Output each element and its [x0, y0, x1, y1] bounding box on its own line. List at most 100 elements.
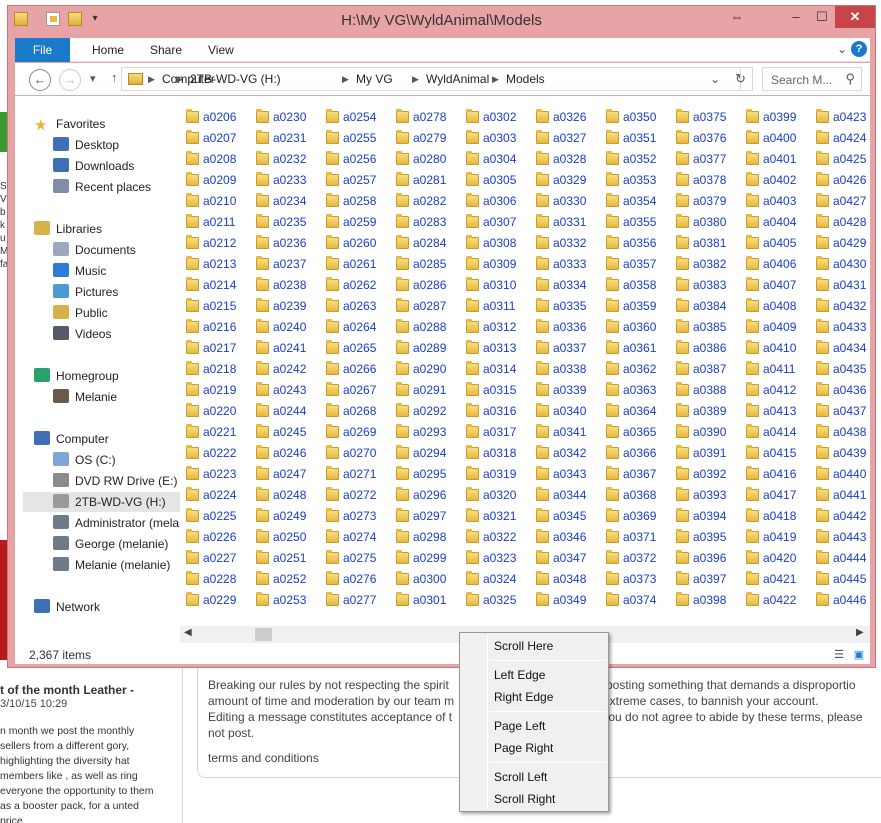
- folder-item[interactable]: a0327: [530, 128, 598, 148]
- folder-item[interactable]: a0398: [670, 590, 738, 610]
- crumb-models[interactable]: Models: [506, 68, 545, 90]
- folder-item[interactable]: a0373: [600, 569, 668, 589]
- nav-item-network[interactable]: Network: [15, 597, 180, 617]
- address-bar[interactable]: ▶ Computer ▶ 2TB-WD-VG (H:) ▶ My VG ▶ WyldAnima…: [121, 67, 741, 91]
- folder-item[interactable]: a0314: [460, 359, 528, 379]
- tab-share[interactable]: Share: [150, 38, 182, 62]
- folder-item[interactable]: a0285: [390, 254, 458, 274]
- folder-item[interactable]: a0411: [740, 359, 808, 379]
- folder-item[interactable]: a0388: [670, 380, 738, 400]
- folder-item[interactable]: a0240: [250, 317, 318, 337]
- folder-item[interactable]: a0224: [180, 485, 248, 505]
- menu-item-right-edge[interactable]: Right Edge: [494, 687, 553, 707]
- folder-item[interactable]: a0354: [600, 191, 668, 211]
- menu-item-scroll-left[interactable]: Scroll Left: [494, 767, 547, 787]
- nav-item-downloads[interactable]: Downloads: [23, 156, 180, 176]
- folder-item[interactable]: a0416: [740, 464, 808, 484]
- minimize-button[interactable]: –: [783, 6, 809, 28]
- folder-item[interactable]: a0264: [320, 317, 388, 337]
- folder-item[interactable]: a0271: [320, 464, 388, 484]
- folder-item[interactable]: a0274: [320, 527, 388, 547]
- folder-item[interactable]: a0442: [810, 506, 870, 526]
- folder-item[interactable]: a0392: [670, 464, 738, 484]
- folder-item[interactable]: a0424: [810, 128, 870, 148]
- folder-item[interactable]: a0415: [740, 443, 808, 463]
- folder-item[interactable]: a0302: [460, 107, 528, 127]
- folder-item[interactable]: a0272: [320, 485, 388, 505]
- folder-item[interactable]: a0355: [600, 212, 668, 232]
- folder-item[interactable]: a0249: [250, 506, 318, 526]
- folder-item[interactable]: a0423: [810, 107, 870, 127]
- folder-item[interactable]: a0427: [810, 191, 870, 211]
- folder-item[interactable]: a0309: [460, 254, 528, 274]
- folder-item[interactable]: a0283: [390, 212, 458, 232]
- expand-ribbon-icon[interactable]: ⌄: [837, 42, 847, 56]
- folder-item[interactable]: a0330: [530, 191, 598, 211]
- menu-item-left-edge[interactable]: Left Edge: [494, 665, 545, 685]
- folder-item[interactable]: a0404: [740, 212, 808, 232]
- folder-item[interactable]: a0252: [250, 569, 318, 589]
- folder-item[interactable]: a0364: [600, 401, 668, 421]
- folder-item[interactable]: a0228: [180, 569, 248, 589]
- folder-item[interactable]: a0397: [670, 569, 738, 589]
- folder-item[interactable]: a0261: [320, 254, 388, 274]
- folder-item[interactable]: a0223: [180, 464, 248, 484]
- nav-item-computer[interactable]: Computer: [15, 429, 180, 449]
- folder-item[interactable]: a0267: [320, 380, 388, 400]
- folder-item[interactable]: a0371: [600, 527, 668, 547]
- folder-item[interactable]: a0414: [740, 422, 808, 442]
- folder-item[interactable]: a0445: [810, 569, 870, 589]
- folder-item[interactable]: a0357: [600, 254, 668, 274]
- folder-item[interactable]: a0346: [530, 527, 598, 547]
- folder-item[interactable]: a0297: [390, 506, 458, 526]
- folder-item[interactable]: a0418: [740, 506, 808, 526]
- folder-item[interactable]: a0247: [250, 464, 318, 484]
- folder-item[interactable]: a0308: [460, 233, 528, 253]
- folder-item[interactable]: a0363: [600, 380, 668, 400]
- crumb-wyldanimal[interactable]: WyldAnimal: [426, 68, 489, 90]
- forward-button[interactable]: →: [59, 69, 81, 91]
- recent-locations-button[interactable]: ▾: [90, 72, 96, 85]
- folder-item[interactable]: a0318: [460, 443, 528, 463]
- folder-item[interactable]: a0400: [740, 128, 808, 148]
- folder-item[interactable]: a0232: [250, 149, 318, 169]
- folder-item[interactable]: a0329: [530, 170, 598, 190]
- maximize-button[interactable]: ☐: [809, 6, 835, 28]
- folder-item[interactable]: a0257: [320, 170, 388, 190]
- folder-item[interactable]: a0433: [810, 317, 870, 337]
- folder-item[interactable]: a0402: [740, 170, 808, 190]
- folder-item[interactable]: a0306: [460, 191, 528, 211]
- folder-item[interactable]: a0422: [740, 590, 808, 610]
- up-button[interactable]: ↑: [111, 70, 118, 85]
- folder-item[interactable]: a0293: [390, 422, 458, 442]
- folder-item[interactable]: a0372: [600, 548, 668, 568]
- folder-item[interactable]: a0358: [600, 275, 668, 295]
- folder-item[interactable]: a0254: [320, 107, 388, 127]
- folder-item[interactable]: a0238: [250, 275, 318, 295]
- large-icons-view-icon[interactable]: ▣: [851, 648, 867, 662]
- menu-item-page-left[interactable]: Page Left: [494, 716, 545, 736]
- background-article-title[interactable]: t of the month Leather -: [0, 683, 134, 697]
- folder-item[interactable]: a0234: [250, 191, 318, 211]
- folder-item[interactable]: a0339: [530, 380, 598, 400]
- folder-item[interactable]: a0332: [530, 233, 598, 253]
- folder-item[interactable]: a0420: [740, 548, 808, 568]
- folder-item[interactable]: a0378: [670, 170, 738, 190]
- folder-item[interactable]: a0426: [810, 170, 870, 190]
- folder-item[interactable]: a0207: [180, 128, 248, 148]
- folder-item[interactable]: a0343: [530, 464, 598, 484]
- folder-item[interactable]: a0222: [180, 443, 248, 463]
- folder-item[interactable]: a0403: [740, 191, 808, 211]
- folder-item[interactable]: a0326: [530, 107, 598, 127]
- folder-item[interactable]: a0331: [530, 212, 598, 232]
- folder-item[interactable]: a0278: [390, 107, 458, 127]
- folder-item[interactable]: a0387: [670, 359, 738, 379]
- folder-item[interactable]: a0390: [670, 422, 738, 442]
- nav-item-dvd-rw-drive-e-w[interactable]: DVD RW Drive (E:) W: [23, 471, 180, 491]
- folder-item[interactable]: a0425: [810, 149, 870, 169]
- folder-item[interactable]: a0317: [460, 422, 528, 442]
- folder-item[interactable]: a0345: [530, 506, 598, 526]
- folder-item[interactable]: a0385: [670, 317, 738, 337]
- folder-item[interactable]: a0258: [320, 191, 388, 211]
- folder-item[interactable]: a0248: [250, 485, 318, 505]
